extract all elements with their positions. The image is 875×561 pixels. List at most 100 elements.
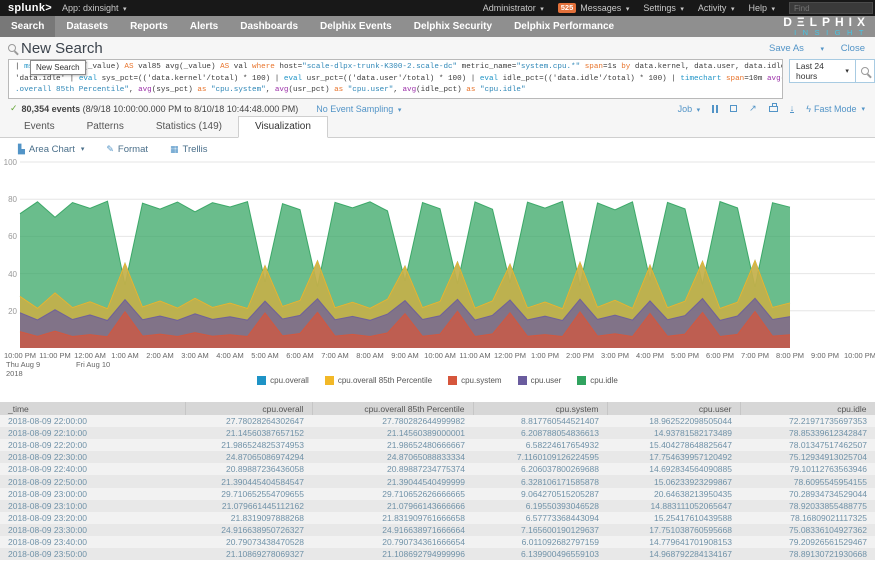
cell-cpu-system[interactable]: 7.1160109126224595 [473, 451, 607, 463]
tab-statistics-149[interactable]: Statistics (149) [140, 117, 238, 137]
cell-cpu-overall[interactable]: 21.14560387657152 [185, 427, 312, 439]
cell-cpu-user[interactable]: 17.751038760595668 [607, 524, 740, 536]
cell-cpu-overall[interactable]: 29.710652554709655 [185, 488, 312, 500]
time-range-picker[interactable]: Last 24 hours ▾ [789, 59, 856, 83]
format-button[interactable]: ✎ Format [106, 144, 148, 155]
cell-cpu-overall[interactable]: 27.78028264302647 [185, 415, 312, 427]
cell-cpu-overall[interactable]: 24.916638950726327 [185, 524, 312, 536]
cell-cpu-idle[interactable]: 78.6095545954155 [740, 475, 875, 487]
messages-menu[interactable]: Messages ▾ [580, 3, 629, 13]
settings-menu[interactable]: Settings ▾ [643, 3, 684, 13]
cell-cpu-system[interactable]: 7.165600190129637 [473, 524, 607, 536]
run-search-button[interactable] [856, 59, 875, 83]
cell-cpu-user[interactable]: 20.64638213950435 [607, 488, 740, 500]
nav-item-alerts[interactable]: Alerts [179, 16, 229, 37]
nav-item-datasets[interactable]: Datasets [55, 16, 119, 37]
cell-cpu-user[interactable]: 18.962522098505044 [607, 415, 740, 427]
cell-cpu-overall[interactable]: 21.390445404584547 [185, 475, 312, 487]
cell-cpu-idle[interactable]: 70.28934734529044 [740, 488, 875, 500]
cell-cpu-overall[interactable]: 21.079661445112162 [185, 500, 312, 512]
cell-time[interactable]: 2018-08-09 23:00:00 [0, 488, 185, 500]
cell-cpu-user[interactable]: 15.25417610439588 [607, 512, 740, 524]
cell-cpu-overall[interactable]: 24.87065086974294 [185, 451, 312, 463]
cell-time[interactable]: 2018-08-09 22:10:00 [0, 427, 185, 439]
chart-canvas[interactable] [20, 162, 875, 348]
cell-cpu-overall-85th-percentile[interactable]: 29.710652626666665 [312, 488, 473, 500]
cell-cpu-overall[interactable]: 21.10869278069327 [185, 548, 312, 560]
cell-cpu-system[interactable]: 6.208788054836613 [473, 427, 607, 439]
cell-cpu-overall[interactable]: 20.89887236436058 [185, 463, 312, 475]
search-query-input[interactable]: | mstats perc95(_value) AS val85 avg(_va… [8, 59, 783, 99]
nav-item-reports[interactable]: Reports [119, 16, 179, 37]
export-icon[interactable]: ↓ [790, 104, 795, 113]
cell-time[interactable]: 2018-08-09 22:40:00 [0, 463, 185, 475]
cell-cpu-idle[interactable]: 78.16809021117325 [740, 512, 875, 524]
cell-time[interactable]: 2018-08-09 23:50:00 [0, 548, 185, 560]
cell-cpu-system[interactable]: 6.328106171585878 [473, 475, 607, 487]
cell-cpu-system[interactable]: 9.064270515205287 [473, 488, 607, 500]
column-header-cpu-system[interactable]: cpu.system [473, 402, 607, 415]
cell-cpu-idle[interactable]: 78.92033855488775 [740, 500, 875, 512]
cell-cpu-system[interactable]: 8.817760544521407 [473, 415, 607, 427]
job-menu[interactable]: Job ▾ [678, 104, 701, 114]
chart-type-picker[interactable]: ▙ Area Chart ▾ [18, 144, 84, 155]
cell-cpu-overall-85th-percentile[interactable]: 20.790734361666654 [312, 536, 473, 548]
cell-cpu-system[interactable]: 6.206037800269688 [473, 463, 607, 475]
cell-time[interactable]: 2018-08-09 22:20:00 [0, 439, 185, 451]
cell-cpu-system[interactable]: 6.139900496559103 [473, 548, 607, 560]
cell-cpu-user[interactable]: 14.692834564090885 [607, 463, 740, 475]
app-menu[interactable]: App: dxinsight ▾ [62, 3, 127, 13]
legend-item-cpu-overall-85th-percentile[interactable]: cpu.overall 85th Percentile [325, 376, 432, 385]
cell-time[interactable]: 2018-08-09 22:50:00 [0, 475, 185, 487]
cell-time[interactable]: 2018-08-09 23:40:00 [0, 536, 185, 548]
legend-item-cpu-user[interactable]: cpu.user [518, 376, 562, 385]
nav-item-delphix-performance[interactable]: Delphix Performance [503, 16, 625, 37]
column-header-time[interactable]: _time [0, 402, 185, 415]
cell-cpu-idle[interactable]: 72.21971735697353 [740, 415, 875, 427]
cell-cpu-system[interactable]: 6.19550393046528 [473, 500, 607, 512]
cell-cpu-idle[interactable]: 78.89130721930668 [740, 548, 875, 560]
trellis-button[interactable]: ▦ Trellis [170, 144, 208, 155]
event-sampling-menu[interactable]: No Event Sampling ▾ [316, 104, 401, 114]
search-mode-menu[interactable]: ϟ Fast Mode ▾ [806, 104, 865, 114]
cell-cpu-overall[interactable]: 21.8319097888268 [185, 512, 312, 524]
cell-time[interactable]: 2018-08-09 23:30:00 [0, 524, 185, 536]
cell-cpu-idle[interactable]: 79.20926561529467 [740, 536, 875, 548]
cell-cpu-idle[interactable]: 78.01347517462507 [740, 439, 875, 451]
tab-visualization[interactable]: Visualization [238, 116, 328, 138]
share-icon[interactable]: ↗ [749, 103, 757, 114]
legend-item-cpu-idle[interactable]: cpu.idle [577, 376, 618, 385]
stop-job-icon[interactable] [730, 105, 737, 112]
cell-cpu-user[interactable]: 15.404278648825647 [607, 439, 740, 451]
activity-menu[interactable]: Activity ▾ [698, 3, 735, 13]
cell-cpu-user[interactable]: 17.754639957120492 [607, 451, 740, 463]
cell-cpu-user[interactable]: 15.06233923299867 [607, 475, 740, 487]
find-input[interactable] [789, 2, 873, 14]
cell-time[interactable]: 2018-08-09 23:20:00 [0, 512, 185, 524]
cell-cpu-overall-85th-percentile[interactable]: 21.07966143666666 [312, 500, 473, 512]
nav-item-delphix-security[interactable]: Delphix Security [403, 16, 503, 37]
column-header-cpu-overall[interactable]: cpu.overall [185, 402, 312, 415]
print-icon[interactable] [769, 106, 778, 112]
user-menu[interactable]: Administrator ▾ [483, 3, 544, 13]
cell-cpu-overall-85th-percentile[interactable]: 21.108692794999996 [312, 548, 473, 560]
cell-cpu-system[interactable]: 6.57773368443094 [473, 512, 607, 524]
area-chart[interactable]: 20406080100 10:00 PM11:00 PM12:00 AM1:00… [0, 158, 875, 402]
cell-cpu-overall-85th-percentile[interactable]: 21.14560389000001 [312, 427, 473, 439]
pause-job-icon[interactable] [712, 105, 718, 113]
column-header-cpu-user[interactable]: cpu.user [607, 402, 740, 415]
cell-cpu-user[interactable]: 14.93781582173489 [607, 427, 740, 439]
cell-cpu-overall-85th-percentile[interactable]: 24.87065088833334 [312, 451, 473, 463]
legend-item-cpu-system[interactable]: cpu.system [448, 376, 501, 385]
tab-patterns[interactable]: Patterns [71, 117, 140, 137]
cell-time[interactable]: 2018-08-09 23:10:00 [0, 500, 185, 512]
save-as-button[interactable]: Save As ▾ [755, 43, 824, 54]
cell-cpu-system[interactable]: 6.58224617654932 [473, 439, 607, 451]
cell-cpu-overall[interactable]: 21.986524825374953 [185, 439, 312, 451]
column-header-cpu-idle[interactable]: cpu.idle [740, 402, 875, 415]
cell-cpu-overall-85th-percentile[interactable]: 20.89887234775374 [312, 463, 473, 475]
cell-cpu-user[interactable]: 14.968792284134167 [607, 548, 740, 560]
cell-time[interactable]: 2018-08-09 22:30:00 [0, 451, 185, 463]
cell-cpu-overall-85th-percentile[interactable]: 27.780282644999982 [312, 415, 473, 427]
nav-item-search[interactable]: Search [0, 16, 55, 37]
